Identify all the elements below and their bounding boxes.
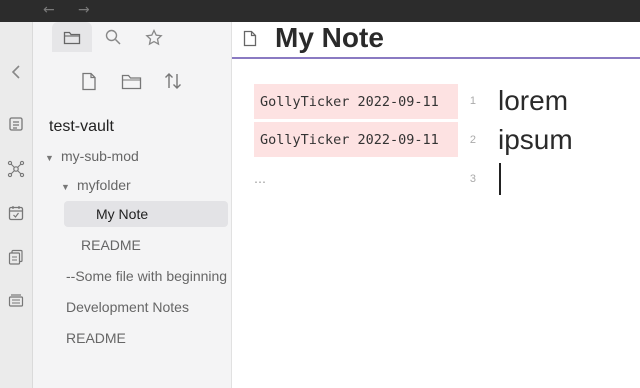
file-explorer-icon[interactable] [52, 22, 92, 52]
tree-item-label: Development Notes [66, 299, 189, 315]
file-explorer-sidebar: test-vault ▼ my-sub-mod ▼ myfolder My Note… [33, 22, 232, 388]
file-explorer-toolbar [33, 66, 231, 96]
tree-folder-myfolder[interactable]: ▼ myfolder [61, 172, 131, 198]
tree-item-label: My Note [96, 206, 149, 222]
slides-icon[interactable] [6, 291, 26, 311]
collapse-icon[interactable] [6, 62, 26, 82]
note-title[interactable]: My Note [275, 20, 384, 56]
tree-item-label: myfolder [77, 177, 131, 193]
editor-line[interactable]: ipsum [498, 122, 573, 158]
title-bar: ← → [0, 0, 640, 22]
note-header: My Note [232, 22, 640, 59]
editor-pane: My Note GollyTicker 2022-09-11 GollyTick… [232, 22, 640, 388]
sort-icon[interactable] [160, 68, 186, 94]
ribbon [0, 22, 33, 388]
switcher-icon[interactable] [6, 114, 26, 134]
templates-icon[interactable] [6, 247, 26, 267]
tree-folder-my-sub-mod[interactable]: ▼ my-sub-mod [45, 143, 139, 169]
blame-annotation: … [254, 172, 266, 186]
arrow-right-icon[interactable]: → [78, 2, 90, 18]
blame-annotation[interactable]: GollyTicker 2022-09-11 [254, 122, 458, 158]
search-icon[interactable] [93, 22, 133, 52]
graph-icon[interactable] [6, 159, 26, 179]
tree-item-label: README [66, 330, 126, 346]
tree-item-label: --Some file with beginning dashes [66, 268, 231, 284]
tree-file-readme-sub[interactable]: README [81, 232, 141, 258]
vault-name: test-vault [49, 118, 114, 135]
document-icon [243, 30, 257, 51]
bookmarks-icon[interactable] [134, 22, 174, 52]
line-number: 2 [469, 134, 476, 146]
new-note-icon[interactable] [76, 68, 102, 94]
text-cursor [499, 163, 501, 195]
chevron-down-icon: ▼ [45, 153, 54, 163]
daily-note-icon[interactable] [6, 203, 26, 223]
chevron-down-icon: ▼ [61, 182, 70, 192]
line-number: 3 [469, 173, 476, 185]
sidebar-tabbar [33, 22, 231, 54]
new-folder-icon[interactable] [118, 68, 144, 94]
tree-file-dashes[interactable]: --Some file with beginning dashes [66, 263, 231, 289]
tree-file-my-note[interactable]: My Note [64, 201, 228, 227]
tree-file-development-notes[interactable]: Development Notes [66, 294, 189, 320]
editor-line[interactable]: lorem [498, 83, 568, 119]
arrow-left-icon[interactable]: ← [43, 2, 55, 18]
blame-annotation[interactable]: GollyTicker 2022-09-11 [254, 84, 458, 120]
tree-file-readme[interactable]: README [66, 325, 126, 351]
line-number: 1 [469, 95, 476, 107]
tree-item-label: my-sub-mod [61, 148, 139, 164]
tree-item-label: README [81, 237, 141, 253]
